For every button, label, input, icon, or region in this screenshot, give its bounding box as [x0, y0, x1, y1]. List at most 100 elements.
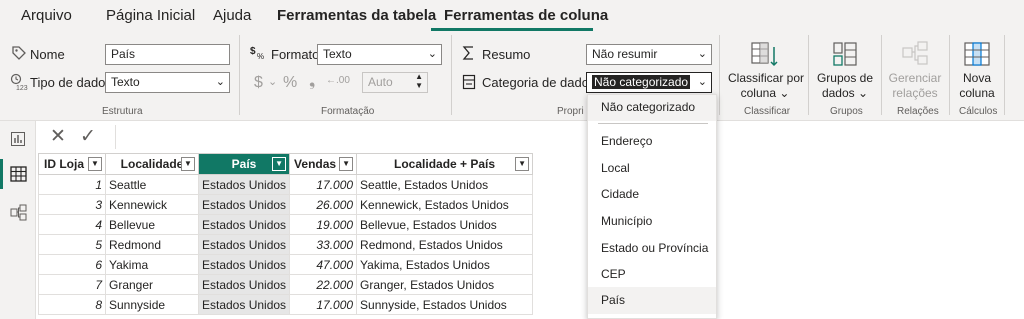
table-cell[interactable]: 5 [38, 234, 106, 255]
decimal-places-stepper[interactable]: Auto ▲ ▼ [362, 72, 428, 93]
table-row: 6 Yakima Estados Unidos 47.000 Yakima, Estad… [38, 254, 534, 275]
table-cell[interactable]: Granger, Estados Unidos [356, 274, 534, 295]
report-view-icon[interactable] [10, 131, 26, 147]
table-cell[interactable]: Yakima [105, 254, 199, 275]
table-cell[interactable]: Sunnyside, Estados Unidos [356, 294, 534, 315]
table-row: 7 Granger Estados Unidos 22.000 Granger, Est… [38, 274, 534, 295]
table-cell[interactable]: Bellevue, Estados Unidos [356, 214, 534, 235]
table-row: 5 Redmond Estados Unidos 33.000 Redmond, Est… [38, 234, 534, 255]
table-cell[interactable]: 7 [38, 274, 106, 295]
tab-arquivo[interactable]: Arquivo [21, 7, 72, 24]
resumo-select[interactable]: Não resumir ⌄ [586, 44, 712, 65]
table-cell[interactable]: Redmond [105, 234, 199, 255]
filter-dropdown-icon[interactable]: ▼ [339, 157, 354, 171]
comma-style-icon[interactable]: ❟ [309, 73, 315, 91]
manage-relationships-icon [902, 41, 928, 65]
table-cell[interactable]: Estados Unidos [197, 254, 291, 275]
column-header[interactable]: Localidade + País ▼ [356, 153, 534, 175]
table-cell[interactable]: Estados Unidos [197, 214, 291, 235]
dropdown-item[interactable]: Município [601, 214, 652, 228]
tab-pagina-inicial[interactable]: Página Inicial [106, 7, 195, 24]
view-sidebar [0, 121, 36, 319]
table-cell[interactable]: Estados Unidos [197, 294, 291, 315]
gerenciar-label-1: Gerenciar [888, 71, 942, 85]
table-cell[interactable]: Seattle, Estados Unidos [356, 174, 534, 195]
svg-text:123: 123 [16, 85, 28, 91]
table-cell[interactable]: Seattle [105, 174, 199, 195]
table-cell[interactable]: Kennewick [105, 194, 199, 215]
gerenciar-label-2: relações [892, 86, 938, 100]
tipo-dados-label: Tipo de dados [30, 75, 112, 90]
table-cell[interactable]: Estados Unidos [197, 194, 291, 215]
column-header-selected[interactable]: País ▼ [197, 153, 291, 175]
table-cell[interactable]: 47.000 [289, 254, 358, 275]
calculos-group-label: Cálculos [959, 106, 998, 117]
table-cell[interactable]: Estados Unidos [197, 234, 291, 255]
dropdown-item[interactable]: Cidade [601, 187, 639, 201]
table-row: 1 Seattle Estados Unidos 17.000 Seattle, Est… [38, 174, 534, 195]
formato-select[interactable]: Texto ⌄ [317, 44, 442, 65]
table-row: 3 Kennewick Estados Unidos 26.000 Kennewick,… [38, 194, 534, 215]
decimals-icon[interactable]: ←.00 [326, 75, 350, 86]
table-cell[interactable]: 6 [38, 254, 106, 275]
table-cell[interactable]: 19.000 [289, 214, 358, 235]
classificar-button[interactable]: Classificar por coluna ⌄ [728, 71, 805, 101]
percent-icon[interactable]: % [283, 74, 297, 92]
active-tab-indicator [431, 28, 593, 31]
filter-dropdown-icon[interactable]: ▼ [88, 157, 102, 171]
table-cell[interactable]: 1 [38, 174, 106, 195]
table-cell[interactable]: 33.000 [289, 234, 358, 255]
table-cell[interactable]: 17.000 [289, 174, 358, 195]
dropdown-item[interactable]: CEP [601, 267, 626, 281]
nova-coluna-button[interactable]: Nova coluna [950, 71, 1004, 101]
table-cell[interactable]: Sunnyside [105, 294, 199, 315]
column-header[interactable]: Vendas ▼ [289, 153, 358, 175]
table-cell[interactable]: 8 [38, 294, 106, 315]
new-column-icon [964, 42, 990, 66]
currency-icon[interactable]: $ [254, 74, 263, 92]
tipo-dados-select[interactable]: Texto ⌄ [105, 72, 230, 93]
filter-dropdown-icon[interactable]: ▼ [272, 157, 287, 171]
column-header[interactable]: Localidade ▼ [105, 153, 199, 175]
tab-ferramentas-tabela[interactable]: Ferramentas da tabela [277, 7, 436, 24]
filter-dropdown-icon[interactable]: ▼ [181, 157, 195, 171]
tab-ajuda[interactable]: Ajuda [213, 7, 251, 24]
table-cell[interactable]: 26.000 [289, 194, 358, 215]
dropdown-item[interactable]: Não categorizado [601, 100, 695, 114]
divider [808, 35, 809, 115]
table-cell[interactable]: Granger [105, 274, 199, 295]
classificar-label-1: Classificar por [728, 71, 805, 85]
check-icon[interactable]: ✓ [80, 125, 96, 148]
nome-input[interactable]: País [105, 44, 230, 65]
dropdown-item[interactable]: Estado ou Província [601, 241, 708, 255]
gerenciar-relacoes-button[interactable]: Gerenciar relações [885, 71, 945, 101]
formatacao-group-label: Formatação [321, 106, 375, 117]
stepper-up-icon: ▲ [415, 72, 423, 81]
data-view-icon[interactable] [10, 166, 27, 182]
table-cell[interactable]: Estados Unidos [197, 174, 291, 195]
column-header[interactable]: ID Loja ▼ [38, 153, 106, 175]
model-view-icon[interactable] [10, 204, 27, 221]
filter-dropdown-icon[interactable]: ▼ [515, 157, 530, 171]
categoria-select[interactable]: Não categorizado ⌄ [586, 72, 712, 93]
table-cell[interactable]: 4 [38, 214, 106, 235]
dropdown-item[interactable]: Local [601, 161, 630, 175]
table-cell[interactable]: Redmond, Estados Unidos [356, 234, 534, 255]
table-cell[interactable]: 3 [38, 194, 106, 215]
table-cell[interactable]: Kennewick, Estados Unidos [356, 194, 534, 215]
formato-value: Texto [323, 47, 352, 61]
dropdown-item[interactable]: País [601, 293, 625, 307]
table-cell[interactable]: Bellevue [105, 214, 199, 235]
table-cell[interactable]: Estados Unidos [197, 274, 291, 295]
data-groups-icon [833, 42, 857, 66]
ribbon: Nome País 123 Tipo de dados Texto ⌄ Estr… [0, 33, 1024, 121]
dropdown-item[interactable]: Endereço [601, 134, 652, 148]
divider [598, 123, 708, 124]
close-icon[interactable]: ✕ [50, 125, 66, 148]
sort-by-column-icon [751, 42, 778, 67]
grupos-button[interactable]: Grupos de dados ⌄ [815, 71, 875, 101]
tab-ferramentas-coluna[interactable]: Ferramentas de coluna [444, 7, 608, 24]
table-cell[interactable]: 22.000 [289, 274, 358, 295]
table-cell[interactable]: 17.000 [289, 294, 358, 315]
table-cell[interactable]: Yakima, Estados Unidos [356, 254, 534, 275]
